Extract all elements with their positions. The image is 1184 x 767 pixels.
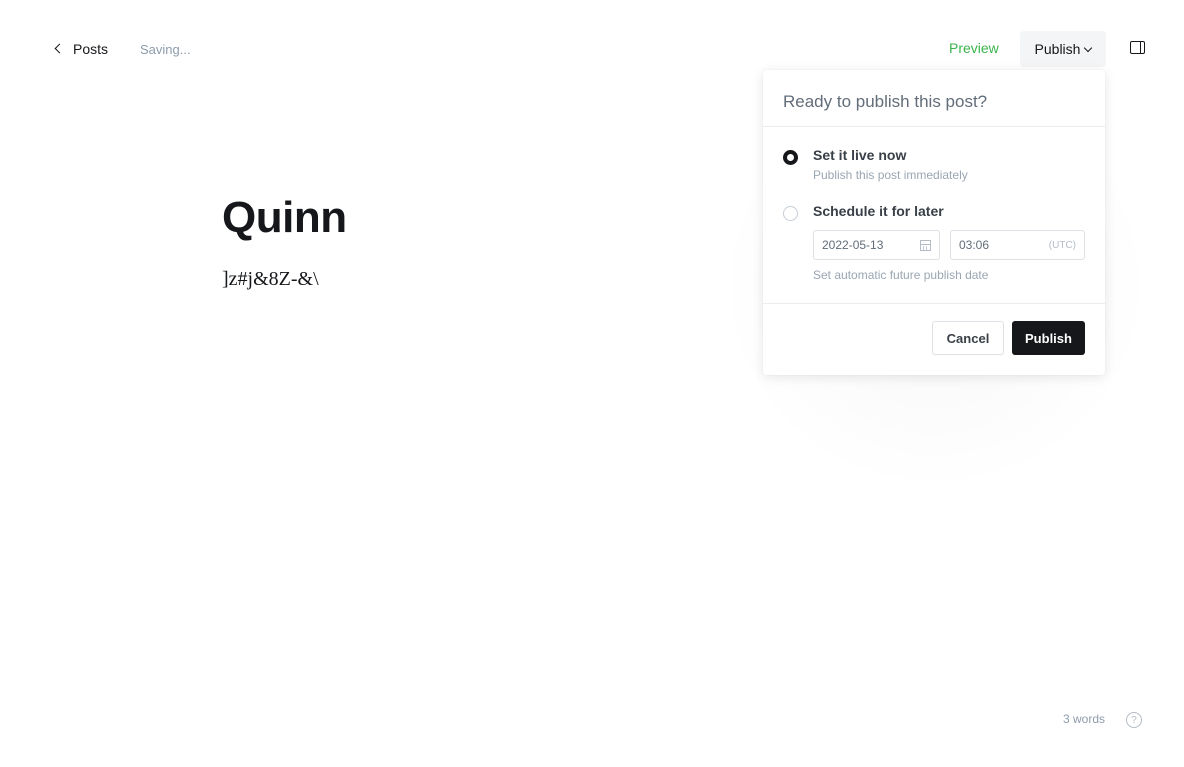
back-link-label: Posts [73, 41, 109, 57]
post-body[interactable]: ]z#j&8Z-&\ [222, 266, 319, 292]
chevron-left-icon [54, 43, 65, 54]
confirm-publish-button[interactable]: Publish [1012, 321, 1085, 355]
radio-checked-icon[interactable] [783, 150, 798, 165]
option-title: Schedule it for later [813, 203, 944, 219]
editor-page: Posts Saving... Preview Publish Quinn ]z… [0, 0, 1184, 767]
sidebar-toggle-icon[interactable] [1130, 41, 1145, 54]
save-status: Saving... [140, 41, 191, 57]
publish-dropdown-label: Publish [1034, 41, 1081, 57]
word-count: 3 words [1063, 712, 1106, 726]
calendar-icon[interactable] [920, 239, 931, 251]
chevron-down-icon [1084, 43, 1093, 52]
timezone-label: (UTC) [1048, 239, 1076, 251]
radio-unchecked-icon[interactable] [783, 206, 798, 221]
help-icon[interactable]: ? [1126, 712, 1142, 728]
schedule-time-field[interactable]: 03:06 (UTC) [950, 230, 1085, 260]
schedule-time-value: 03:06 [959, 238, 990, 252]
schedule-date-field[interactable]: 2022-05-13 [813, 230, 940, 260]
option-title: Set it live now [813, 147, 907, 163]
publish-popover-footer: Cancel Publish [763, 304, 1105, 375]
preview-button[interactable]: Preview [949, 40, 999, 56]
publish-popover: Ready to publish this post? Set it live … [763, 70, 1105, 375]
cancel-button[interactable]: Cancel [932, 321, 1004, 355]
publish-popover-heading: Ready to publish this post? [763, 70, 1105, 127]
option-description: Publish this post immediately [813, 168, 968, 182]
publish-options: Set it live now Publish this post immedi… [763, 127, 1105, 304]
back-to-posts-link[interactable]: Posts [54, 41, 109, 57]
publish-dropdown-button[interactable]: Publish [1020, 31, 1106, 67]
schedule-date-value: 2022-05-13 [822, 238, 884, 252]
schedule-hint: Set automatic future publish date [813, 268, 989, 282]
header-left: Posts Saving... [54, 38, 191, 60]
post-title[interactable]: Quinn [222, 190, 347, 246]
